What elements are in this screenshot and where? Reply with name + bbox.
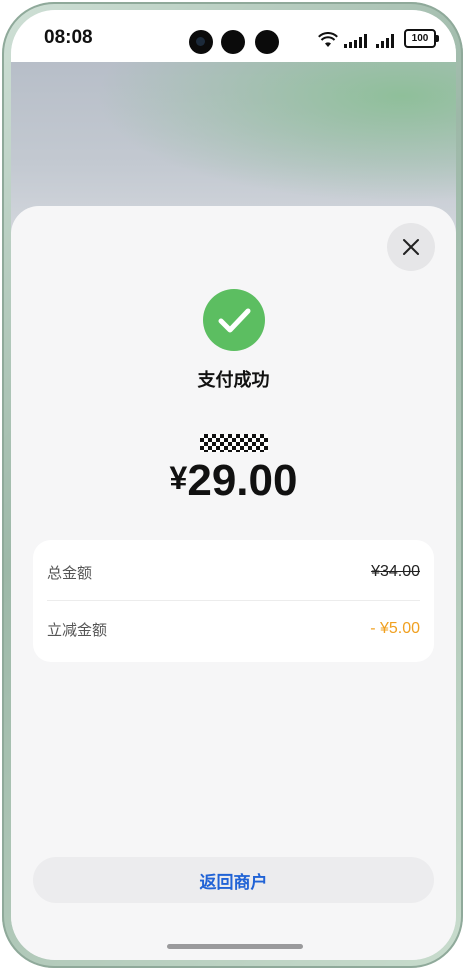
success-badge	[203, 289, 265, 351]
status-time: 08:08	[44, 27, 93, 48]
sensor	[221, 30, 245, 54]
screen: 08:08 100 支付成功 ¥29.00 总金额 ¥34.00 立减金额 - …	[11, 10, 456, 960]
close-button[interactable]	[387, 223, 435, 271]
discount-label: 立减金额	[47, 620, 108, 639]
sensor	[255, 30, 279, 54]
return-to-merchant-button[interactable]: 返回商户	[33, 857, 434, 903]
wifi-icon	[318, 32, 338, 47]
front-camera	[189, 30, 213, 54]
amount-value: 29.00	[187, 456, 298, 505]
signal-icon	[344, 34, 367, 48]
payment-result-sheet: 支付成功 ¥29.00 总金额 ¥34.00 立减金额 - ¥5.00 返回商户	[11, 206, 456, 960]
amount-detail-card: 总金额 ¥34.00 立减金额 - ¥5.00	[33, 540, 434, 662]
close-icon	[403, 239, 419, 255]
total-label: 总金额	[47, 563, 93, 582]
signal-icon	[376, 34, 394, 48]
checkmark-icon	[218, 308, 251, 333]
payment-status-title: 支付成功	[197, 370, 270, 391]
merchant-name-masked	[200, 434, 268, 452]
currency-symbol: ¥	[169, 460, 188, 496]
total-value: ¥34.00	[371, 563, 420, 580]
detail-row-total: 总金额 ¥34.00	[47, 544, 420, 601]
battery-icon: 100	[404, 29, 439, 48]
payment-amount: ¥29.00	[11, 456, 456, 506]
status-bar: 08:08 100	[11, 10, 456, 62]
status-icons: 100	[318, 28, 439, 48]
detail-row-discount: 立减金额 - ¥5.00	[47, 601, 420, 657]
home-indicator[interactable]	[167, 944, 303, 949]
discount-value: - ¥5.00	[370, 620, 420, 637]
